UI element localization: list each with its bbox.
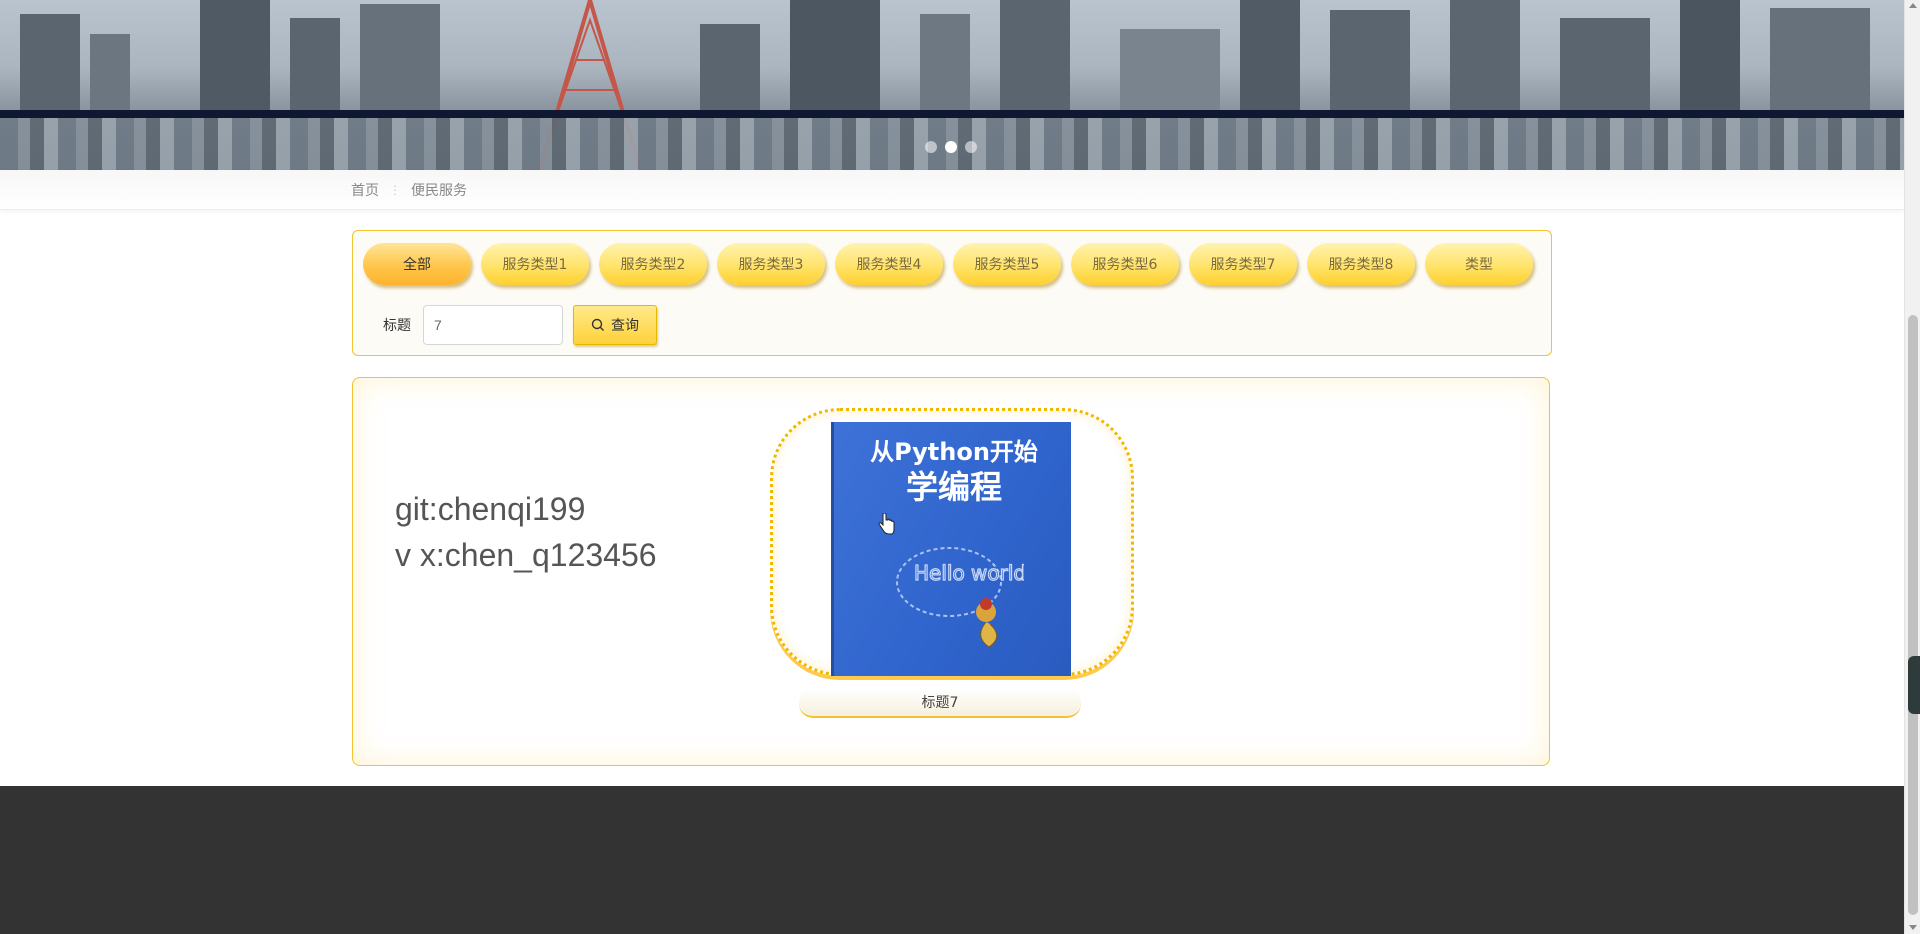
breadcrumb-current: 便民服务	[411, 183, 467, 199]
side-tool-widget[interactable]	[1908, 656, 1920, 714]
building	[1330, 10, 1410, 114]
building	[920, 14, 970, 114]
building	[790, 0, 880, 114]
contact-line-git: git:chenqi199	[395, 491, 586, 527]
breadcrumb-home[interactable]: 首页	[351, 180, 379, 200]
filter-panel: 全部 服务类型1 服务类型2 服务类型3 服务类型4 服务类型5 服务类型6 服…	[352, 230, 1552, 356]
building	[1000, 0, 1070, 114]
result-card[interactable]: 从Python开始 学编程 Hello world	[768, 406, 1138, 686]
cover-title-line2: 学编程	[905, 468, 1002, 506]
vertical-scrollbar[interactable]	[1904, 0, 1920, 934]
search-button[interactable]: 查询	[573, 305, 657, 345]
type-tab-all[interactable]: 全部	[363, 243, 471, 285]
type-tab-8[interactable]: 服务类型8	[1307, 243, 1415, 285]
carousel-dot[interactable]	[925, 141, 937, 153]
results-panel: git:chenqi199 v x:chen_q123456 从Python开始…	[352, 377, 1550, 766]
building	[1120, 29, 1220, 114]
page: 首页 ⋮ 便民服务 全部 服务类型1 服务类型2 服务类型3 服务类型4 服务类…	[0, 0, 1920, 934]
banner-carousel[interactable]	[0, 0, 1904, 170]
building	[20, 14, 80, 114]
building	[1680, 0, 1740, 114]
scroll-down-icon[interactable]	[1909, 925, 1917, 930]
title-search-input[interactable]	[423, 305, 563, 345]
banner-waterline	[0, 110, 1904, 118]
breadcrumb-separator-icon: ⋮	[389, 183, 401, 197]
building	[1560, 18, 1650, 114]
type-tab-6[interactable]: 服务类型6	[1071, 243, 1179, 285]
carousel-indicators	[925, 141, 977, 153]
carousel-dot[interactable]	[965, 141, 977, 153]
scroll-up-icon[interactable]	[1909, 3, 1917, 8]
contact-line-vx: v x:chen_q123456	[395, 537, 657, 573]
search-label: 标题	[383, 318, 411, 334]
type-tab-other[interactable]: 类型	[1425, 243, 1533, 285]
type-tab-5[interactable]: 服务类型5	[953, 243, 1061, 285]
footer	[0, 786, 1904, 934]
building	[290, 18, 340, 114]
hand-cursor-icon	[878, 513, 895, 535]
doodle-hello: Hello world	[914, 561, 1024, 585]
search-icon	[591, 318, 604, 331]
scrollbar-thumb[interactable]	[1908, 315, 1918, 915]
result-card-title[interactable]: 标题7	[799, 688, 1081, 718]
type-tab-3[interactable]: 服务类型3	[717, 243, 825, 285]
building	[700, 24, 760, 114]
type-tabs: 全部 服务类型1 服务类型2 服务类型3 服务类型4 服务类型5 服务类型6 服…	[363, 243, 1533, 285]
building	[360, 4, 440, 114]
building	[90, 34, 130, 114]
building	[1770, 8, 1870, 114]
contact-info: git:chenqi199 v x:chen_q123456	[395, 486, 657, 578]
building	[200, 0, 270, 114]
book-cover-image[interactable]: 从Python开始 学编程 Hello world	[831, 422, 1071, 676]
type-tab-4[interactable]: 服务类型4	[835, 243, 943, 285]
hello-world-doodle-icon: Hello world	[896, 547, 1024, 648]
type-tab-7[interactable]: 服务类型7	[1189, 243, 1297, 285]
search-button-label: 查询	[611, 318, 639, 334]
search-row: 标题 查询	[383, 305, 657, 345]
breadcrumb-bar: 首页 ⋮ 便民服务	[0, 170, 1904, 210]
breadcrumb: 首页 ⋮ 便民服务	[351, 180, 467, 200]
building	[1240, 0, 1300, 114]
type-tab-2[interactable]: 服务类型2	[599, 243, 707, 285]
building	[1450, 0, 1520, 114]
type-tab-1[interactable]: 服务类型1	[481, 243, 589, 285]
carousel-dot-active[interactable]	[945, 141, 957, 153]
